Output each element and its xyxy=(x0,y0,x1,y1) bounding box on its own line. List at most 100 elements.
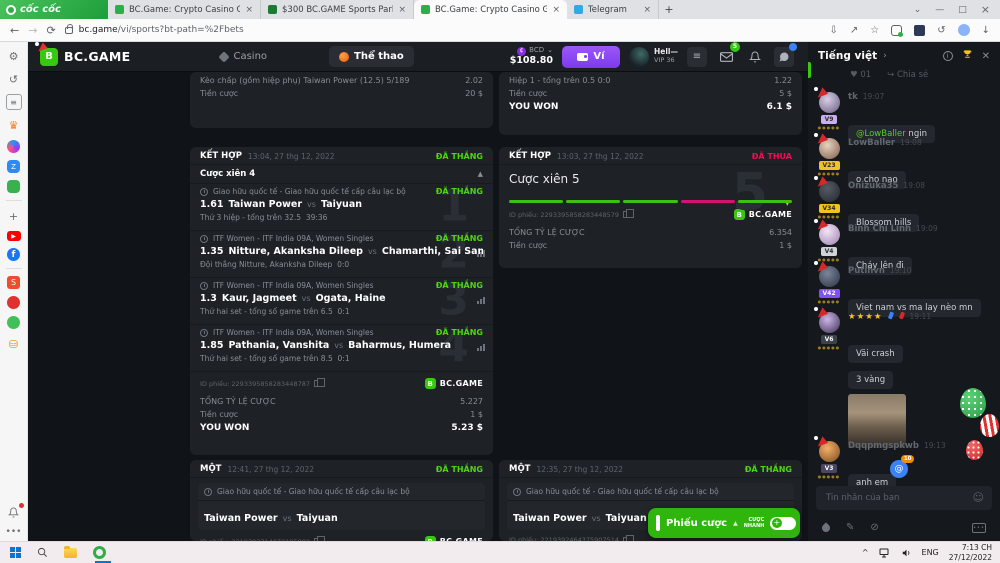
taskbar-search-icon[interactable] xyxy=(37,547,48,558)
copy-icon[interactable] xyxy=(623,211,629,218)
menu-list-icon[interactable]: ≡ xyxy=(687,47,707,67)
maximize-button[interactable]: □ xyxy=(958,5,967,15)
bcgame-logo[interactable]: B BC.GAME xyxy=(40,48,130,66)
user-profile[interactable]: Hell— VIP 36 xyxy=(629,47,678,67)
copy-icon[interactable] xyxy=(314,380,320,387)
emoji-picker-icon[interactable]: ☺ xyxy=(973,491,984,504)
chat-username[interactable]: LowBaller xyxy=(848,138,895,148)
messenger-icon[interactable] xyxy=(7,140,20,153)
rules-pencil-icon[interactable]: ✎ xyxy=(846,522,854,533)
mail-icon[interactable]: 5 xyxy=(716,47,736,67)
currency-selector[interactable]: ¢ BCD ⌄ $108.80 xyxy=(510,47,553,66)
sidebar-more-icon[interactable]: ••• xyxy=(6,527,22,537)
bet-card-partial[interactable]: Kèo chấp (gồm hiệp phụ) Taiwan Power (12… xyxy=(190,72,493,128)
coccoc-taskbar-icon[interactable] xyxy=(93,546,106,559)
rain-toggle-icon[interactable] xyxy=(820,522,831,533)
tray-expand-icon[interactable]: ^ xyxy=(862,548,869,557)
reading-list-icon[interactable]: ≡ xyxy=(6,94,22,110)
red-app-icon[interactable] xyxy=(7,296,20,309)
avatar[interactable] xyxy=(819,312,840,333)
trophy-icon[interactable] xyxy=(962,49,973,63)
wallet-button[interactable]: Ví xyxy=(562,46,620,68)
back-button[interactable]: ← xyxy=(10,24,19,37)
tab-bcgame-1[interactable]: BC.Game: Crypto Casino Gan × xyxy=(108,0,261,19)
keyboard-icon[interactable]: ••• xyxy=(972,523,986,533)
games-icon[interactable] xyxy=(7,180,20,193)
close-button[interactable]: × xyxy=(981,3,990,16)
notifications-bell-icon[interactable] xyxy=(6,504,22,520)
minimize-button[interactable]: — xyxy=(935,5,944,15)
new-tab-button[interactable]: + xyxy=(659,0,679,19)
bet-card-combo-lost[interactable]: KẾT HỢP 13:03, 27 thg 12, 2022 ĐÃ THUA 5… xyxy=(499,147,802,268)
volume-icon[interactable] xyxy=(901,548,912,558)
network-icon[interactable] xyxy=(879,548,891,558)
clock-datetime[interactable]: 7:13 CH 27/12/2022 xyxy=(949,543,992,562)
history-icon[interactable]: ↺ xyxy=(6,71,22,87)
forward-button[interactable]: → xyxy=(28,24,37,37)
extension-dark-icon[interactable] xyxy=(914,25,925,36)
sync-icon[interactable]: ↺ xyxy=(937,25,945,36)
crown-icon[interactable]: ♛ xyxy=(6,117,22,133)
tab-close-icon[interactable]: × xyxy=(398,5,406,15)
settings-gear-icon[interactable]: ⚙ xyxy=(6,48,22,64)
bet-card-partial[interactable]: Hiệp 1 - tổng trên 0.5 0:0 1.22 Tiền cượ… xyxy=(499,72,802,135)
profile-avatar[interactable] xyxy=(958,24,970,36)
bet-card-combo-won[interactable]: KẾT HỢP 13:04, 27 thg 12, 2022 ĐÃ THẮNG … xyxy=(190,147,493,455)
chat-bubble[interactable]: Vãi crash xyxy=(848,345,903,363)
bet-card-single-1[interactable]: MỘT 12:41, 27 thg 12, 2022 ĐÃ THẮNG Giao… xyxy=(190,460,493,541)
tab-bcgame-active[interactable]: BC.Game: Crypto Casino Gan × xyxy=(414,0,567,19)
avatar[interactable] xyxy=(819,441,840,462)
cart-icon[interactable]: ⛁ xyxy=(6,336,22,352)
chat-username[interactable]: Dqqpmgspkwb xyxy=(848,441,919,451)
chat-image[interactable] xyxy=(848,394,906,448)
plugin-icon[interactable]: ⊘ xyxy=(870,522,878,533)
tab-search-icon[interactable]: ⌄ xyxy=(914,5,922,15)
reload-button[interactable]: ⟳ xyxy=(46,24,55,37)
facebook-icon[interactable]: f xyxy=(7,248,20,261)
downloads-icon[interactable]: ↓ xyxy=(982,25,990,36)
chat-username[interactable]: Bình Chi Linh xyxy=(848,224,911,234)
avatar[interactable] xyxy=(819,181,840,202)
chat-username[interactable]: Onizuka35 xyxy=(848,181,898,191)
green-app-icon[interactable] xyxy=(7,316,20,329)
url-box[interactable]: bc.game/vi/sports?bt-path=%2Fbets xyxy=(65,22,821,38)
chat-bubble[interactable]: 3 vàng xyxy=(848,371,893,389)
chat-username[interactable]: tk xyxy=(848,92,858,102)
quick-bet-toggle[interactable] xyxy=(770,517,796,530)
close-chat-icon[interactable]: ✕ xyxy=(982,51,990,62)
bookmark-star-icon[interactable]: ☆ xyxy=(870,25,879,36)
extension-icon[interactable] xyxy=(891,25,902,36)
file-explorer-icon[interactable] xyxy=(64,548,77,558)
chevron-right-icon[interactable]: › xyxy=(883,51,887,61)
share-icon[interactable]: ↗ xyxy=(850,25,858,36)
shopee-icon[interactable]: S xyxy=(7,276,20,289)
bell-icon[interactable] xyxy=(745,47,765,67)
avatar[interactable] xyxy=(819,138,840,159)
tab-close-icon[interactable]: × xyxy=(552,5,560,15)
nav-sports-active[interactable]: Thể thao xyxy=(329,46,414,67)
mentions-button[interactable]: @ 10 xyxy=(890,460,908,478)
avatar[interactable] xyxy=(819,266,840,287)
language-indicator[interactable]: ENG xyxy=(922,548,939,557)
share-button[interactable]: ↪ Chia sẻ xyxy=(887,70,928,80)
tab-close-icon[interactable]: × xyxy=(643,5,651,15)
avatar[interactable] xyxy=(819,224,840,245)
save-page-icon[interactable]: ⇩ xyxy=(829,25,837,36)
tab-telegram[interactable]: Telegram × xyxy=(567,0,659,19)
chat-username[interactable]: Putinvn xyxy=(848,266,885,276)
tab-sports-parlay[interactable]: $300 BC.GAME Sports Parlay × xyxy=(261,0,414,19)
start-button[interactable] xyxy=(10,547,21,558)
avatar[interactable] xyxy=(819,92,840,113)
zalo-icon[interactable]: Z xyxy=(7,160,20,173)
add-shortcut-icon[interactable]: + xyxy=(6,208,22,224)
chat-username-emoji[interactable]: ★★★★ xyxy=(848,312,882,322)
nav-casino[interactable]: Casino xyxy=(220,51,267,62)
like-button[interactable]: ♥ 01 xyxy=(850,70,871,80)
chat-toggle-icon[interactable] xyxy=(774,47,794,67)
tab-close-icon[interactable]: × xyxy=(245,5,253,15)
youtube-icon[interactable]: ▶ xyxy=(7,231,21,241)
collapse-arrow-icon[interactable]: ▲ xyxy=(478,170,483,178)
chat-message-input[interactable] xyxy=(816,486,992,510)
chat-room-title[interactable]: Tiếng việt xyxy=(818,50,877,62)
betslip-button[interactable]: Phiếu cược ▲ CƯỢCNHANH xyxy=(648,508,800,538)
